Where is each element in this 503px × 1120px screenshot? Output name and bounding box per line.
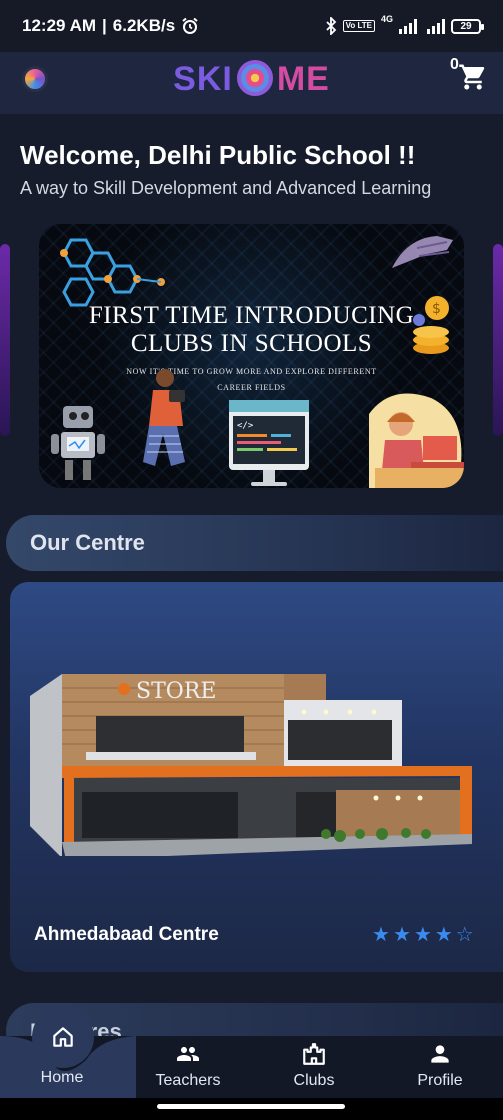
volte-badge: Vo LTE [342, 20, 375, 32]
welcome-title: Welcome, Delhi Public School !! [20, 140, 416, 170]
network-type: 4G [380, 14, 393, 24]
banner-title-line1: FIRST TIME INTRODUCING [88, 302, 415, 329]
rating-stars: ★ ★ ★ ★ ☆ [372, 922, 474, 947]
signal-icon-2 [427, 18, 445, 34]
nav-profile-label: Profile [417, 1072, 463, 1089]
section-header-our-centre: Our Centre [6, 515, 503, 571]
bluetooth-icon [325, 17, 336, 35]
store-building-image: STORE [30, 674, 472, 856]
gesture-handle[interactable] [157, 1104, 345, 1109]
centre-name: Ahmedabaad Centre [34, 924, 219, 945]
nav-profile[interactable]: Profile [390, 1040, 490, 1090]
desk-worker-graphic [369, 393, 464, 488]
code-monitor-graphic: </> [229, 400, 309, 486]
star-filled-icon: ★ [413, 924, 432, 946]
nav-teachers-label: Teachers [155, 1072, 221, 1089]
svg-text:</>: </> [237, 421, 254, 431]
castle-icon [303, 1043, 325, 1065]
star-filled-icon: ★ [372, 924, 390, 946]
nav-clubs-label: Clubs [293, 1072, 335, 1089]
status-time: 12:29 AM [22, 16, 97, 35]
store-sign: STORE [136, 679, 216, 704]
app-header: SKI ME 0 [0, 52, 503, 114]
battery-icon: 29 [451, 18, 484, 34]
welcome-subtitle: A way to Skill Development and Advanced … [20, 178, 432, 198]
brand-left: SKI [173, 60, 233, 98]
clubs-banner[interactable]: FIRST TIME INTRODUCING CLUBS IN SCHOOLS … [39, 224, 464, 488]
our-centre-heading: Our Centre [30, 530, 145, 555]
nav-teachers[interactable]: Teachers [138, 1040, 238, 1090]
robot-graphic [51, 406, 105, 480]
star-filled-icon: ★ [434, 924, 453, 946]
system-nav-area [0, 1098, 503, 1120]
status-right: Vo LTE 4G 29 [325, 14, 484, 35]
brand-right: ME [276, 60, 330, 98]
star-empty-icon: ☆ [455, 924, 474, 946]
home-icon [53, 1027, 73, 1047]
status-separator: | [102, 16, 107, 35]
status-speed: 6.2KB/s [112, 16, 176, 35]
centre-card[interactable]: STORE Ahmedabaad Centre ★ ★ ★ ★ ☆ [10, 582, 503, 972]
robot-hand-graphic [392, 236, 453, 268]
brand-logo: SKI ME [0, 60, 503, 99]
carousel-prev-slide[interactable] [0, 244, 10, 436]
nav-clubs[interactable]: Clubs [264, 1040, 364, 1090]
star-filled-icon: ★ [392, 924, 411, 946]
people-icon [177, 1047, 199, 1061]
cart-icon[interactable] [458, 62, 488, 92]
photographer-graphic [143, 369, 185, 466]
nav-home-button[interactable] [32, 1006, 94, 1068]
alarm-icon [182, 17, 198, 34]
nav-home-label[interactable]: Home [12, 1069, 112, 1087]
svg-text:$: $ [432, 301, 441, 317]
brand-emblem-icon [236, 60, 273, 96]
person-icon [431, 1045, 449, 1063]
banner-title-line2: CLUBS IN SCHOOLS [130, 330, 373, 357]
carousel-next-slide[interactable] [493, 244, 503, 436]
status-bar: 12:29 AM | 6.2KB/s Vo LTE 4G 29 [0, 0, 503, 52]
battery-level: 29 [460, 20, 472, 32]
signal-icon [399, 18, 417, 34]
coins-graphic: $ [413, 296, 449, 354]
status-left: 12:29 AM | 6.2KB/s [22, 16, 325, 36]
banner-title: FIRST TIME INTRODUCING CLUBS IN SCHOOLS [39, 302, 464, 358]
